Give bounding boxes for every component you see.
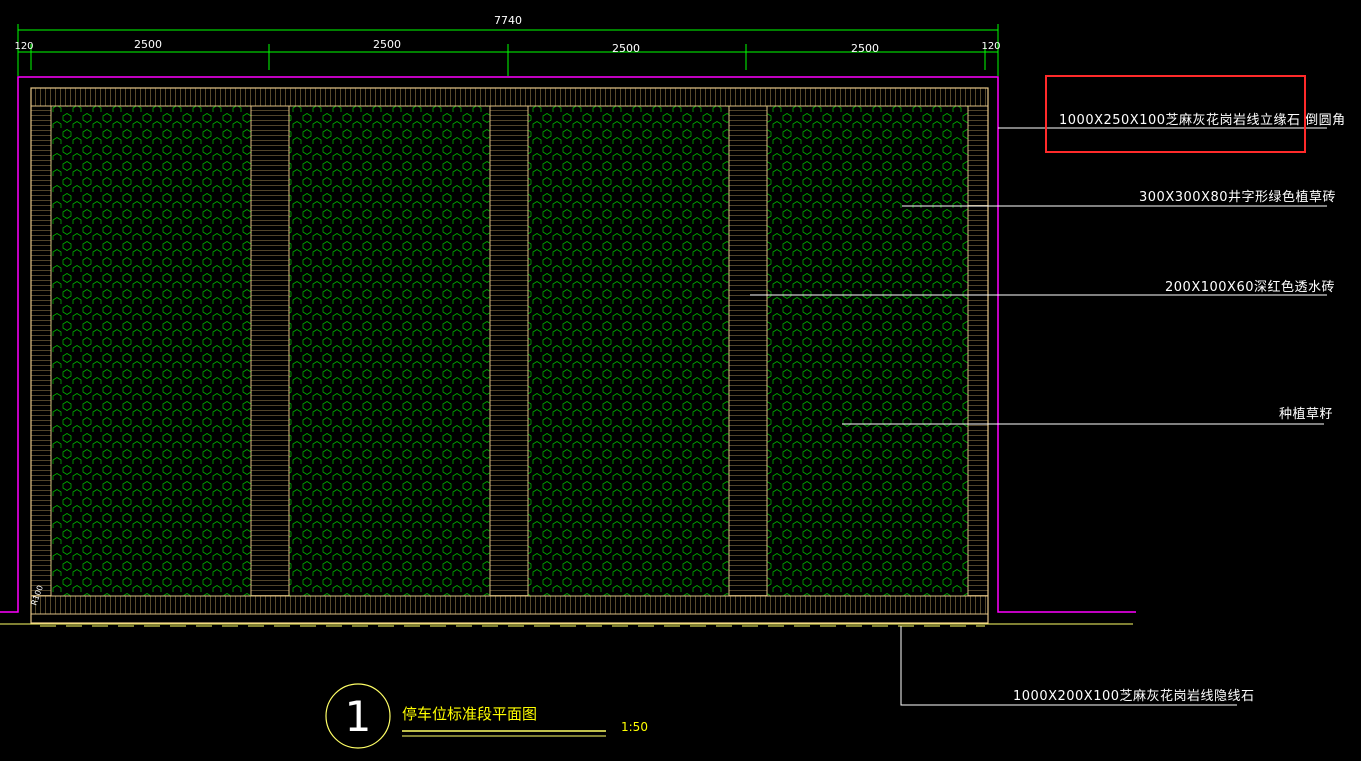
span-dimension-4: 2500 <box>851 42 879 55</box>
grass-seed-label: 种植草籽 <box>1279 407 1334 422</box>
span-dimension-2: 2500 <box>373 38 401 51</box>
flush-curb-label: 1000X200X100芝麻灰花岗岩线隐线石 <box>1013 689 1255 704</box>
left-edge-dimension: 120 <box>14 41 33 52</box>
permeable-brick-label: 200X100X60深红色透水砖 <box>1165 280 1335 295</box>
drawing-scale: 1:50 <box>621 720 648 734</box>
span-dimension-1: 2500 <box>134 38 162 51</box>
grass-brick-label: 300X300X80井字形绿色植草砖 <box>1139 190 1336 205</box>
drawing-title: 停车位标准段平面图 <box>402 705 537 723</box>
title-block: 1 停车位标准段平面图 1:50 <box>325 683 648 749</box>
right-edge-dimension: 120 <box>981 41 1000 52</box>
overall-dimension: 7740 <box>494 14 522 27</box>
road-edge-lines <box>0 623 1133 627</box>
span-dimension-3: 2500 <box>612 42 640 55</box>
highlight-box <box>1045 75 1306 153</box>
detail-number: 1 <box>345 692 372 741</box>
paving-area <box>30 87 989 624</box>
